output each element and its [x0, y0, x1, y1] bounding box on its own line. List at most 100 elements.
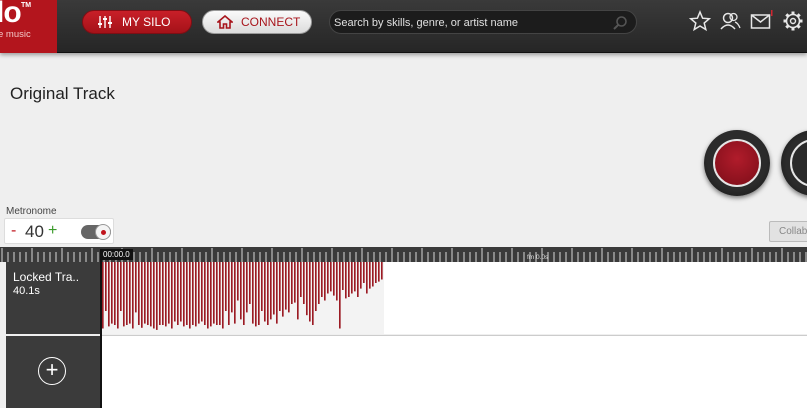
waveform-bar	[156, 262, 158, 330]
connect-button[interactable]: CONNECT	[202, 10, 312, 34]
track-header[interactable]: Locked Tra.. 40.1s	[6, 262, 100, 334]
play-icon	[790, 139, 807, 187]
waveform-bar	[327, 262, 329, 294]
waveform-bar	[168, 262, 170, 324]
people-icon[interactable]	[719, 10, 741, 32]
add-track-button[interactable]: +	[38, 357, 66, 385]
waveform-bar	[144, 262, 146, 324]
waveform-bar	[255, 262, 257, 327]
waveform-bar	[324, 262, 326, 301]
waveform-bar	[204, 262, 206, 325]
waveform-bar	[345, 262, 347, 299]
waveform-bar	[375, 262, 377, 283]
metronome-increase-button[interactable]: +	[48, 222, 57, 240]
mail-icon[interactable]	[750, 10, 773, 32]
timeline-marker: fm 0.0s	[527, 254, 549, 261]
waveform-bar	[339, 262, 341, 329]
waveform-bar	[195, 262, 197, 327]
waveform-bar	[243, 262, 245, 325]
add-track-panel: +	[6, 336, 100, 408]
search-input[interactable]	[334, 14, 604, 31]
waveform-bar	[102, 262, 104, 329]
waveform-bar	[309, 262, 311, 322]
home-icon	[215, 14, 235, 29]
waveform-bar	[201, 262, 203, 322]
waveform-bar	[105, 262, 107, 311]
waveform-bar	[180, 262, 182, 322]
waveform-bar	[123, 262, 125, 327]
waveform-bar	[303, 262, 305, 304]
star-icon[interactable]	[688, 10, 712, 32]
waveform-bar	[186, 262, 188, 325]
time-display: 00:00.0	[100, 249, 133, 260]
metronome-control: - 40 +	[4, 218, 114, 244]
waveform-bar	[135, 262, 137, 313]
waveform-bar	[258, 262, 260, 325]
metronome-decrease-button[interactable]: -	[11, 222, 16, 240]
toggle-knob	[95, 224, 111, 240]
waveform-bar	[342, 262, 344, 290]
waveform-bar	[300, 262, 302, 297]
waveform-bar	[111, 262, 113, 324]
waveform-bar	[312, 262, 314, 325]
waveform-bar	[351, 262, 353, 294]
waveform-bar	[159, 262, 161, 325]
record-icon	[713, 139, 761, 187]
waveform-bar	[276, 262, 278, 324]
empty-track-lane[interactable]	[100, 335, 807, 408]
waveform-bar	[279, 262, 281, 311]
logo[interactable]: lo TM e music	[0, 0, 57, 53]
waveform-bar	[246, 262, 248, 313]
waveform-bar	[132, 262, 134, 329]
waveform-bar	[381, 262, 383, 280]
waveform-bar	[273, 262, 275, 315]
gear-icon[interactable]	[782, 10, 804, 32]
play-button[interactable]	[781, 130, 807, 196]
waveform-bar	[249, 262, 251, 304]
waveform-bar	[198, 262, 200, 324]
waveform-bar	[162, 262, 164, 325]
collab-button[interactable]: Collab	[769, 221, 807, 242]
track-name: Locked Tra..	[13, 270, 80, 284]
waveform-bar	[147, 262, 149, 325]
my-silo-button[interactable]: MY SILO	[82, 10, 192, 34]
waveform-bar	[117, 262, 119, 329]
waveform-bar	[138, 262, 140, 325]
waveform-bar	[219, 262, 221, 325]
waveform-bar	[264, 262, 266, 322]
app-root: lo TM e music MY SILO CONNECT	[0, 0, 807, 408]
track-duration: 40.1s	[13, 285, 40, 297]
waveform-bar	[366, 262, 368, 294]
waveform-bar	[252, 262, 254, 324]
waveform[interactable]	[102, 262, 384, 334]
metronome-value: 40	[25, 222, 44, 241]
waveform-bar	[321, 262, 323, 297]
record-button[interactable]	[704, 130, 770, 196]
toggle-dot-icon	[101, 230, 106, 235]
waveform-bar	[330, 262, 332, 292]
waveform-bar	[348, 262, 350, 297]
waveform-bar	[336, 262, 338, 301]
waveform-bar	[183, 262, 185, 327]
waveform-bar	[150, 262, 152, 327]
waveform-bar	[213, 262, 215, 324]
waveform-bar	[207, 262, 209, 329]
waveform-bar	[165, 262, 167, 327]
waveform-bar	[297, 262, 299, 320]
waveform-graphic	[102, 262, 383, 330]
waveform-bar	[120, 262, 122, 311]
search-icon[interactable]	[612, 15, 628, 31]
waveform-bar	[114, 262, 116, 325]
my-silo-label: MY SILO	[122, 15, 171, 29]
waveform-bar	[126, 262, 128, 325]
playhead[interactable]	[100, 250, 102, 408]
connect-label: CONNECT	[241, 15, 301, 29]
waveform-bar	[270, 262, 272, 320]
metronome-label: Metronome	[6, 206, 57, 217]
waveform-bar	[237, 262, 239, 301]
waveform-bar	[372, 262, 374, 287]
waveform-bar	[291, 262, 293, 304]
metronome-toggle[interactable]	[81, 224, 111, 240]
waveform-bar	[228, 262, 230, 325]
silo-icon	[97, 15, 113, 29]
